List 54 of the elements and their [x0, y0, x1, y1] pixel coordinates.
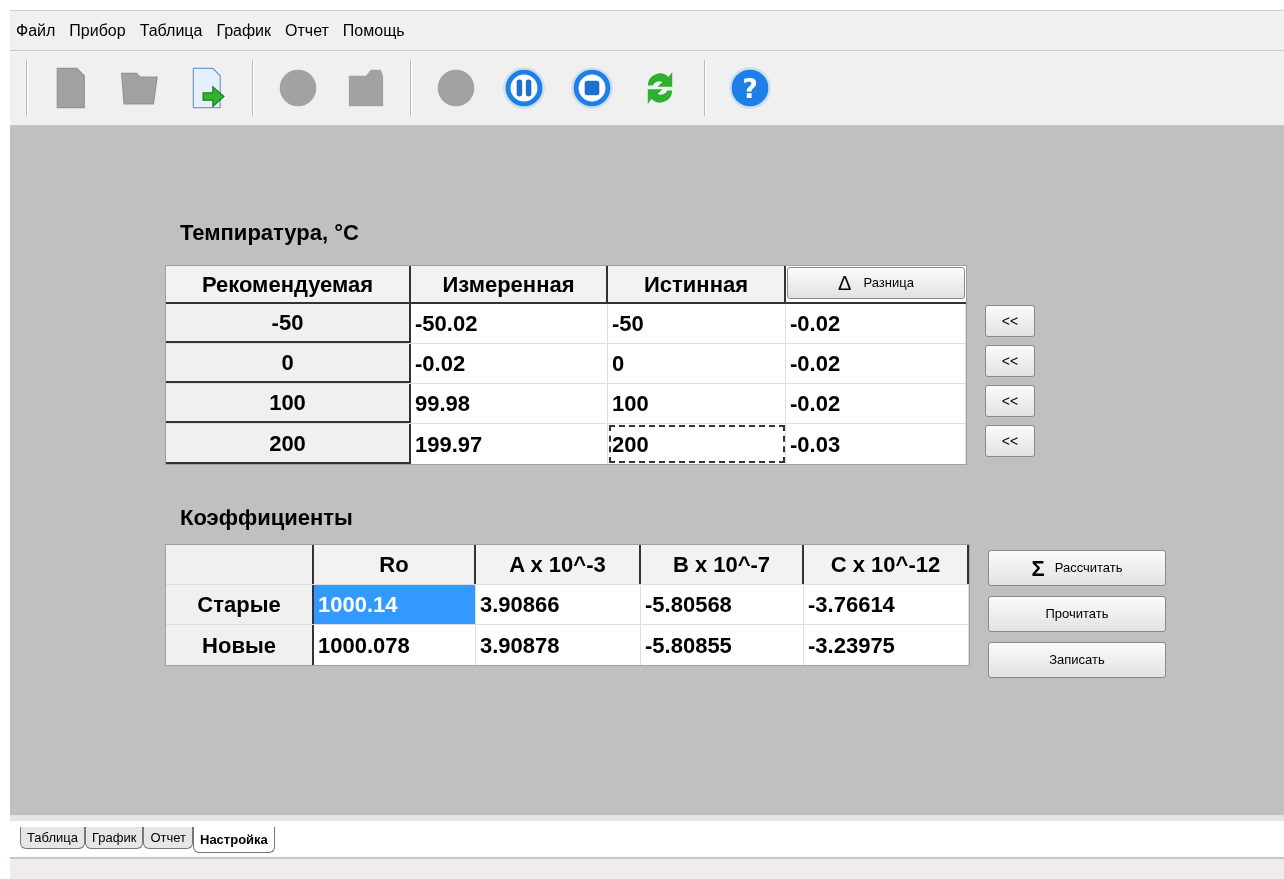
column-header: Истинная [608, 266, 786, 302]
table-cell[interactable]: -3.23975 [804, 625, 969, 665]
table-cell[interactable]: -50.02 [411, 304, 608, 343]
table-cell[interactable]: -3.76614 [804, 585, 969, 624]
menu-item[interactable]: Отчет [283, 18, 331, 43]
table-cell[interactable]: -5.80855 [641, 625, 804, 665]
table-cell[interactable]: -0.03 [786, 424, 966, 464]
table-cell[interactable]: -0.02 [411, 344, 608, 383]
section-title: Коэффициенты [180, 504, 354, 532]
tab[interactable]: График [85, 827, 144, 849]
table-cell[interactable]: 3.90866 [476, 585, 641, 624]
table-cell[interactable]: 0 [608, 344, 786, 383]
row-header: 100 [166, 384, 411, 423]
menu-item[interactable]: Файл [14, 18, 58, 43]
section-title: Темпиратура, °C [180, 219, 360, 247]
action-button[interactable]: Прочитать [988, 596, 1166, 632]
difference-button[interactable]: Δ Разница [787, 267, 965, 299]
table-cell[interactable]: -0.02 [786, 344, 966, 383]
column-header: A x 10^-3 [476, 545, 641, 584]
row-header: 200 [166, 424, 411, 464]
table-cell[interactable]: -5.80568 [641, 585, 804, 624]
apply-button[interactable]: << [985, 305, 1035, 337]
menu-item[interactable]: График [214, 18, 274, 43]
table-cell[interactable]: 200 [608, 424, 786, 464]
table-cell[interactable]: 1000.078 [314, 625, 476, 665]
column-header: Рекомендуемая [166, 266, 411, 302]
tab[interactable]: Настройка [193, 827, 275, 853]
table-cell[interactable]: 3.90878 [476, 625, 641, 665]
menu-item[interactable]: Помощь [340, 18, 407, 43]
action-button[interactable]: Σ Рассчитать [988, 550, 1166, 586]
row-header: Новые [166, 625, 314, 665]
table-cell[interactable]: 99.98 [411, 384, 608, 423]
column-header: Ro [314, 545, 476, 584]
row-header: Старые [166, 585, 314, 624]
table-cell[interactable]: -0.02 [786, 384, 966, 423]
column-header: B x 10^-7 [641, 545, 804, 584]
row-header: 0 [166, 344, 411, 383]
table-cell[interactable]: 199.97 [411, 424, 608, 464]
apply-button[interactable]: << [985, 345, 1035, 377]
row-header: -50 [166, 304, 411, 343]
menu-item[interactable]: Таблица [137, 18, 205, 43]
action-button[interactable]: Записать [988, 642, 1166, 678]
column-header: C x 10^-12 [804, 545, 969, 584]
menu-item[interactable]: Прибор [67, 18, 128, 43]
help-icon: ? [728, 66, 772, 110]
table-cell[interactable]: -50 [608, 304, 786, 343]
apply-button[interactable]: << [985, 385, 1035, 417]
tab[interactable]: Отчет [143, 827, 193, 849]
toolbar-button[interactable]: ? [722, 60, 778, 116]
column-header: Измеренная [411, 266, 608, 302]
tab[interactable]: Таблица [20, 827, 85, 849]
table-cell[interactable]: 100 [608, 384, 786, 423]
apply-button[interactable]: << [985, 425, 1035, 457]
table-cell[interactable]: -0.02 [786, 304, 966, 343]
